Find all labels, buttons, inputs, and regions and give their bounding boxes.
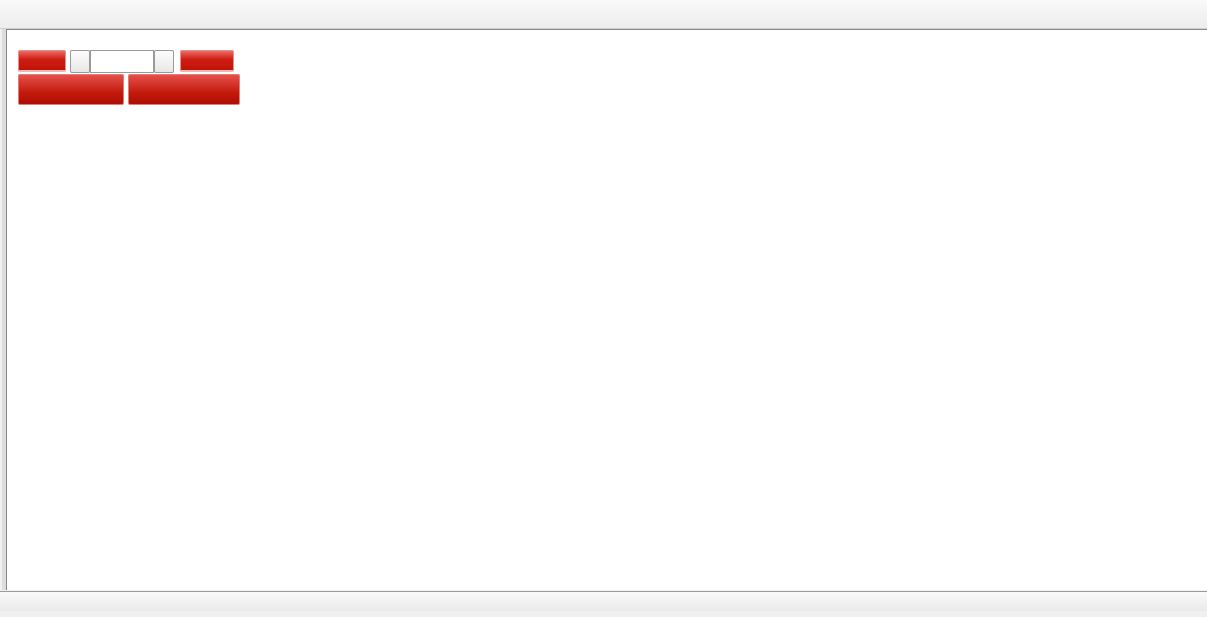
chart-plot[interactable] <box>6 29 1207 590</box>
chart-window <box>2 29 1207 590</box>
sell-button[interactable] <box>18 50 66 72</box>
volume-decrease-button[interactable] <box>70 50 90 73</box>
bottom-strip <box>0 611 1207 617</box>
buy-price-box[interactable] <box>128 74 240 105</box>
volume-input[interactable] <box>90 50 154 73</box>
timeframe-toolbar <box>0 0 1207 29</box>
volume-increase-button[interactable] <box>154 50 174 73</box>
trading-platform-window <box>0 0 1207 617</box>
sell-price-box[interactable] <box>18 74 124 105</box>
buy-button[interactable] <box>180 50 234 72</box>
symbol-tab-bar <box>0 591 1207 612</box>
